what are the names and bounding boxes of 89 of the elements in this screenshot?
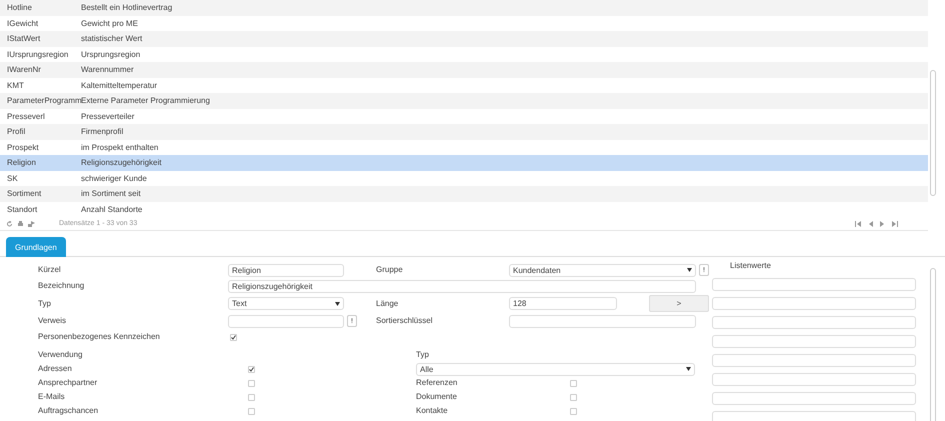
input-field[interactable] [712,297,916,310]
table-cell-text: Profil [6,127,26,136]
checkbox-label: Auftragschancen [38,405,100,417]
table-row[interactable]: Religion Religionszugehörigkeit [0,155,928,170]
input-field[interactable]: 128 [509,297,617,310]
input-field[interactable] [712,354,916,367]
scrollbar[interactable] [930,70,936,196]
field-label: Kürzel [38,264,62,276]
scrollbar[interactable] [930,268,936,421]
table-cell: Bestellt ein Hotlinevertrag [81,3,172,12]
input-field[interactable]: Religionszugehörigkeit [228,280,696,292]
field-label: Länge [376,298,400,310]
table-cell: Gewicht pro ME [81,18,138,28]
input-field[interactable] [712,392,916,405]
field-label: Sortierschlüssel [376,315,434,327]
table-cell: Externe Parameter Programmierung [81,96,210,106]
table-cell: Firmenprofil [81,127,124,136]
last-page-icon[interactable] [891,220,898,226]
refresh-icon[interactable] [6,220,13,226]
checkbox-label: Kontakte [416,405,449,417]
table-row[interactable]: IStatWert statistischer Wert [0,31,928,46]
field-label: Personenbezogenes Kennzeichen [38,331,161,343]
table-row[interactable]: Sortiment im Sortiment seit [0,186,928,202]
caret-icon [686,367,691,371]
table-cell: im Sortiment seit [81,189,141,198]
table-row[interactable]: ParameterProgrammExterne Parameter Programmierung [0,93,928,108]
table-cell: schwieriger Kunde [81,174,147,183]
table-row[interactable]: Hotline Bestellt ein Hotlinevertrag [0,0,928,16]
table-row[interactable]: Profil Firmenprofil [0,124,928,140]
table-cell: Kaltemitteltemperatur [81,80,158,90]
input-field[interactable]: Religion [228,264,344,276]
table-cell-text: IUrsprungsregion [6,50,70,59]
table-row[interactable]: IWarenNr Warennummer [0,62,928,78]
table-cell-text: IWarenNr [6,65,42,74]
first-page-icon[interactable] [855,220,862,226]
input-field[interactable] [712,335,916,348]
table-row[interactable]: IGewicht Gewicht pro ME [0,16,928,31]
checkbox-label: Dokumente [416,391,458,403]
table-cell-text: Religion [6,158,37,168]
table-cell: Ursprungsregion [81,50,140,59]
input-field[interactable] [712,278,916,291]
table-cell: Warennummer [81,65,134,74]
table-cell: im Prospekt enthalten [81,142,158,152]
checkbox[interactable] [248,366,255,372]
list-label: Listenwerte [729,261,772,272]
table-cell-text: Presseverl [6,112,46,121]
caret-icon [335,302,340,306]
export-icon[interactable] [28,220,35,226]
previous-page-icon[interactable] [867,220,874,226]
table-cell: statistischer Wert [81,34,142,44]
table-cell: Anzahl Standorte [81,204,142,214]
field-label: Typ [416,349,430,361]
table-row[interactable]: Prospekt im Prospekt enthalten [0,140,928,155]
next-page-icon[interactable] [879,220,886,226]
table-cell-text: IStatWert [6,34,42,44]
table-cell-text: KMT [6,80,25,90]
checkbox[interactable] [230,334,237,340]
checkbox-label: Referenzen [416,377,458,389]
field-label: Bezeichnung [38,280,86,292]
input-field[interactable] [712,373,916,386]
table-row[interactable]: IUrsprungsregion Ursprungsregion [0,46,928,62]
printer-icon[interactable] [17,220,24,226]
input-field[interactable] [509,314,696,328]
table-cell-text: Standort [6,204,38,214]
caret-icon [687,268,692,272]
input-field[interactable] [712,316,916,329]
dropdown[interactable]: Kundendaten [509,264,696,276]
input-field[interactable] [712,411,916,421]
table-cell-text: ParameterProgramm [6,96,81,106]
checkbox-label: Adressen [38,363,73,375]
table-cell-text: Hotline [6,3,33,12]
section-label: Verwendung [38,349,84,361]
dropdown[interactable]: Text [228,297,344,310]
dropdown[interactable]: Alle [416,362,695,376]
table-cell: Presseverteiler [81,112,134,121]
checkbox-label: E-Mails [38,391,66,403]
next-button[interactable]: > [649,295,709,312]
field-label: Gruppe [376,264,404,276]
input-field[interactable] [228,314,344,328]
field-label: Verweis [38,315,68,327]
table-row[interactable]: SK schwieriger Kunde [0,170,928,186]
checkbox-label: Ansprechpartner [38,377,98,389]
field-label: Typ [38,298,52,310]
table-row[interactable]: KMT Kaltemitteltemperatur [0,78,928,93]
table-cell-text: Prospekt [6,142,40,152]
table-cell-text: SK [6,174,19,183]
table-cell-text: Sortiment [6,189,42,198]
table-cell: Religionszugehörigkeit [81,158,162,168]
table-cell-text: IGewicht [6,18,40,28]
